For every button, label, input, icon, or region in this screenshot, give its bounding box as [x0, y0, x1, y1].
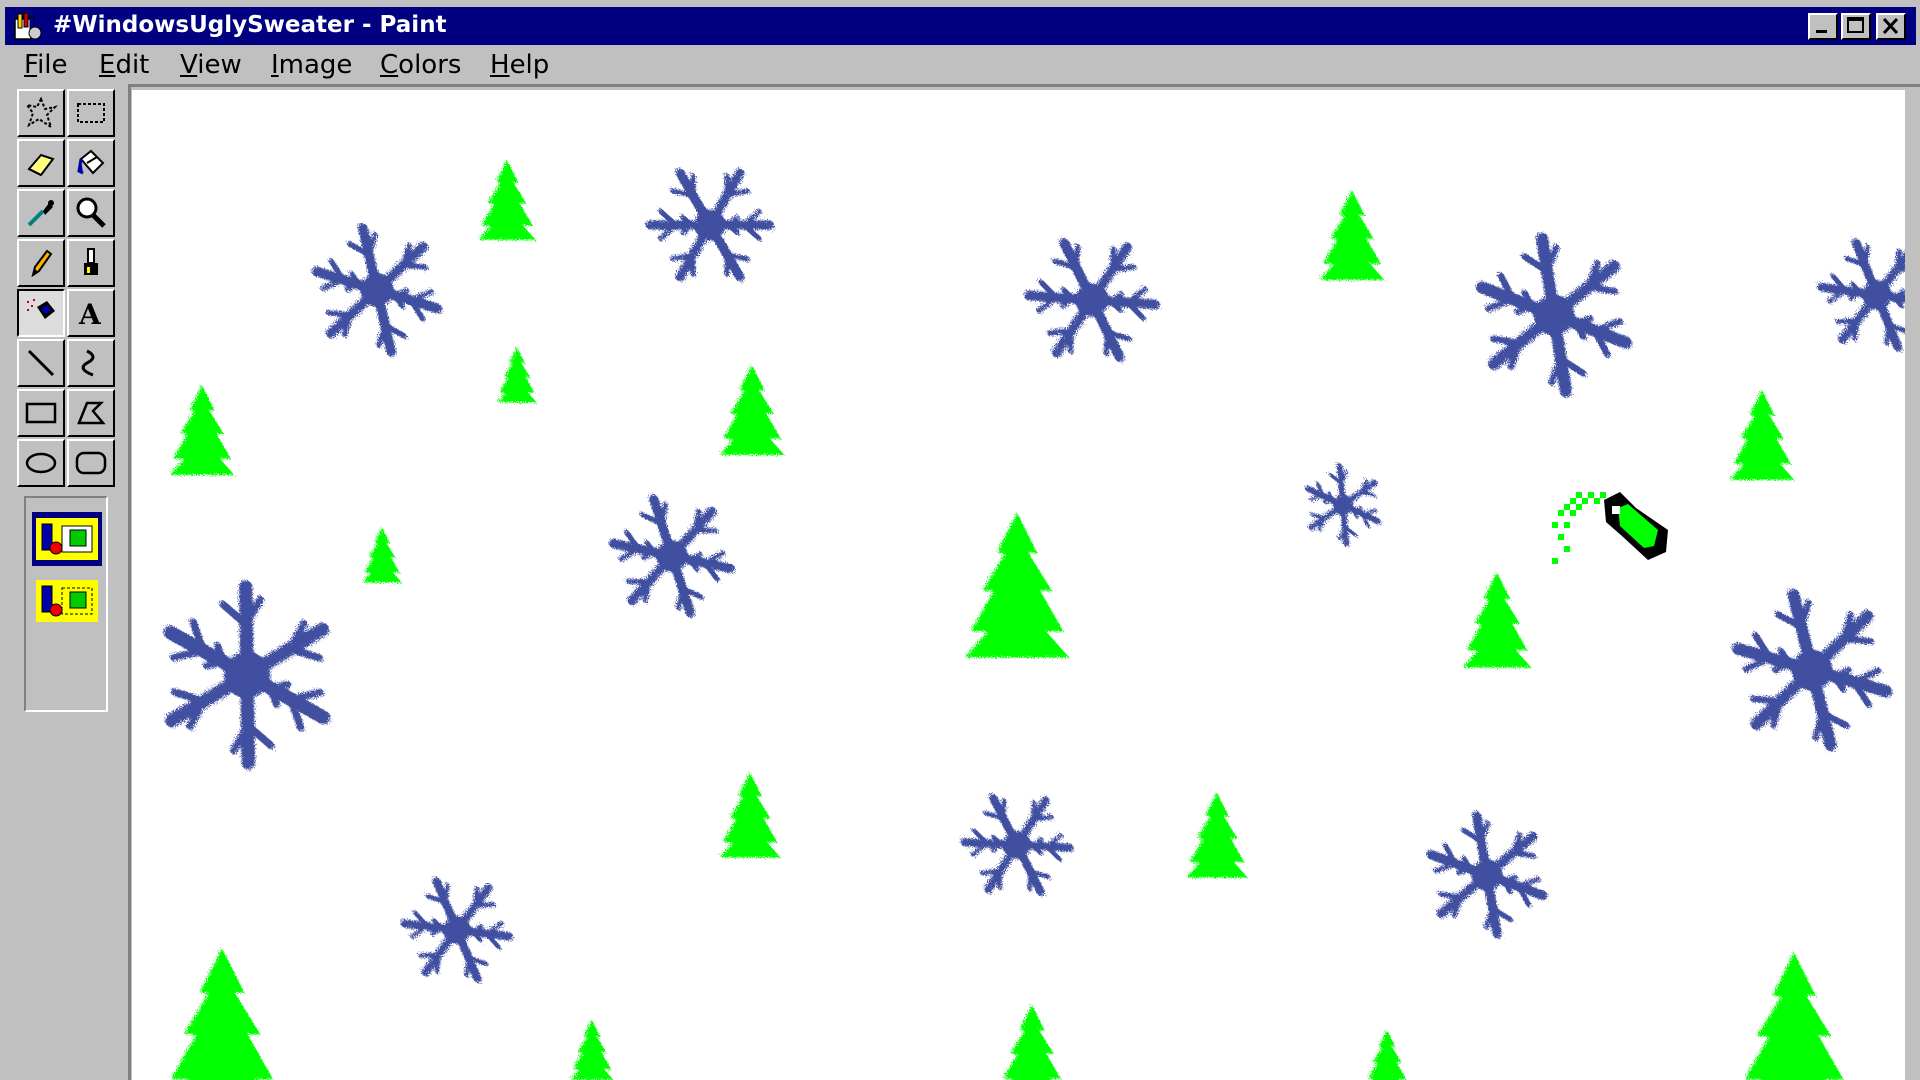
- tool-rounded-rectangle[interactable]: [67, 439, 115, 487]
- minimize-button[interactable]: [1808, 13, 1838, 40]
- rect-select-icon: [77, 103, 105, 123]
- tree: [164, 948, 280, 1080]
- minimize-icon: [1816, 30, 1827, 33]
- tree: [964, 512, 1070, 658]
- tool-free-form-select[interactable]: [17, 89, 65, 137]
- ellipse-icon: [25, 452, 57, 474]
- snowflake: [134, 566, 361, 784]
- snowflake: [651, 173, 770, 277]
- maximize-button[interactable]: [1841, 13, 1871, 40]
- snowflake: [1815, 239, 1905, 351]
- transparent-selection-icon: [36, 580, 98, 622]
- canvas-artwork: [132, 160, 1905, 1080]
- option-opaque-selection[interactable]: [32, 512, 102, 566]
- tree: [1729, 390, 1795, 480]
- svg-text:A: A: [78, 298, 102, 331]
- menu-image[interactable]: Image: [271, 50, 352, 80]
- menu-bar: File Edit View Image Colors Help: [5, 46, 1916, 84]
- tree: [1365, 1030, 1409, 1080]
- close-icon: [1882, 17, 1899, 35]
- tree: [169, 385, 235, 475]
- snowflake: [1025, 241, 1158, 359]
- airbrush-icon: [27, 299, 55, 319]
- tool-pick-color[interactable]: [17, 189, 65, 237]
- menu-edit[interactable]: Edit: [99, 50, 149, 80]
- close-button[interactable]: [1876, 13, 1906, 40]
- brush-icon: [84, 248, 98, 275]
- tool-options-box: [24, 496, 108, 712]
- tree: [1738, 952, 1850, 1080]
- curve-icon: [81, 349, 95, 377]
- eraser-icon: [27, 153, 55, 177]
- window-title: #WindowsUglySweater - Paint: [53, 12, 447, 38]
- menu-view[interactable]: View: [180, 50, 242, 80]
- tool-brush[interactable]: [67, 239, 115, 287]
- rounded-rect-icon: [75, 451, 107, 475]
- tool-ellipse[interactable]: [17, 439, 65, 487]
- tool-polygon[interactable]: [67, 389, 115, 437]
- tree: [1186, 792, 1248, 878]
- line-icon: [27, 349, 55, 377]
- snowflake: [399, 878, 514, 982]
- menu-help[interactable]: Help: [490, 50, 549, 80]
- snowflake: [603, 493, 741, 619]
- drawing-canvas[interactable]: [132, 90, 1905, 1080]
- paint-icon: [14, 12, 42, 40]
- title-bar[interactable]: #WindowsUglySweater - Paint: [5, 7, 1916, 45]
- pencil-icon: [31, 249, 53, 278]
- tool-pencil[interactable]: [17, 239, 65, 287]
- snowflake: [1294, 458, 1392, 551]
- airbrush-cursor-icon: [1552, 492, 1668, 564]
- tool-eraser[interactable]: [17, 139, 65, 187]
- tool-line[interactable]: [17, 339, 65, 387]
- toolbox: A: [0, 84, 128, 1080]
- tool-rect-select[interactable]: [67, 89, 115, 137]
- tool-airbrush[interactable]: [17, 289, 65, 337]
- menu-colors[interactable]: Colors: [380, 50, 461, 80]
- snowflake: [1413, 806, 1560, 944]
- tool-magnifier[interactable]: [67, 189, 115, 237]
- tree: [478, 160, 536, 240]
- menu-file[interactable]: File: [24, 50, 68, 80]
- tree: [719, 365, 785, 455]
- snowflake: [1719, 584, 1904, 755]
- color-picker-icon: [27, 200, 54, 227]
- text-icon: A: [78, 298, 102, 331]
- tree: [570, 1020, 614, 1080]
- snowflake: [1458, 225, 1650, 405]
- tool-curve[interactable]: [67, 339, 115, 387]
- tool-text[interactable]: A: [67, 289, 115, 337]
- tool-rectangle[interactable]: [17, 389, 65, 437]
- tree: [999, 1005, 1065, 1080]
- free-form-select-icon: [24, 96, 59, 130]
- option-transparent-selection[interactable]: [32, 574, 102, 628]
- paint-window: #WindowsUglySweater - Paint File Edit Vi…: [0, 0, 1920, 1080]
- tool-fill[interactable]: [67, 139, 115, 187]
- maximize-icon: [1847, 17, 1864, 33]
- tree: [497, 347, 537, 403]
- tree: [1319, 190, 1385, 280]
- rectangle-icon: [25, 402, 57, 424]
- fill-bucket-icon: [77, 149, 105, 175]
- tree: [362, 527, 402, 583]
- opaque-selection-icon: [36, 518, 98, 560]
- snowflake: [301, 219, 454, 361]
- snowflake: [962, 797, 1072, 894]
- tree: [1462, 572, 1532, 668]
- magnifier-icon: [76, 197, 106, 228]
- tree: [719, 772, 781, 858]
- polygon-icon: [77, 401, 106, 425]
